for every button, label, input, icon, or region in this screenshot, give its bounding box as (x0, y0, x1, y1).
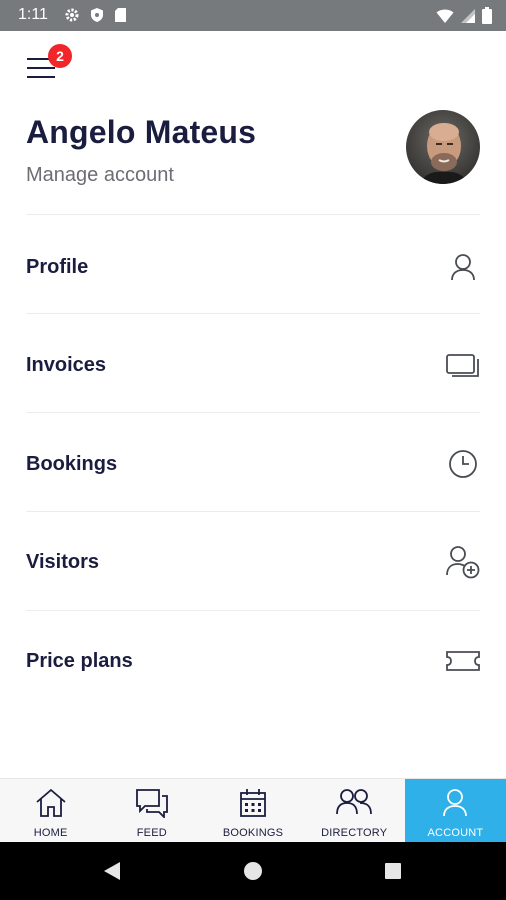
menu-item-label: Invoices (26, 353, 107, 376)
user-name: Angelo Mateus (26, 114, 257, 150)
divider (26, 412, 480, 413)
menu-item-label: Bookings (26, 452, 118, 475)
bottom-nav: HOME FEED BOOKINGS DIRECTORY ACCOUNT (0, 778, 506, 842)
divider (26, 313, 480, 314)
nav-label: HOME (33, 827, 68, 839)
nav-label: DIRECTORY (321, 827, 388, 839)
status-bar: 1:11 (0, 0, 506, 31)
menu-item-label: Price plans (26, 649, 133, 672)
sd-card-icon (114, 7, 127, 23)
nav-label: ACCOUNT (427, 827, 484, 839)
nav-account[interactable]: ACCOUNT (404, 779, 506, 842)
clock-icon (446, 447, 480, 481)
nav-label: BOOKINGS (222, 827, 284, 839)
ticket-icon (446, 644, 480, 678)
gear-icon (64, 7, 80, 23)
status-time: 1:11 (18, 6, 48, 23)
calendar-icon (239, 788, 267, 823)
menu-item-profile[interactable]: Profile (26, 218, 480, 316)
chat-icon (135, 788, 169, 823)
divider (26, 214, 480, 215)
nav-feed[interactable]: FEED (101, 779, 202, 842)
shield-icon (90, 7, 104, 23)
add-person-icon (446, 545, 480, 579)
menu-item-visitors[interactable]: Visitors (26, 513, 480, 611)
people-icon (336, 788, 373, 823)
cards-icon (446, 348, 480, 382)
signal-icon (460, 8, 476, 24)
avatar[interactable] (406, 110, 480, 184)
person-icon (442, 788, 468, 823)
notification-badge: 2 (48, 44, 72, 68)
nav-label: FEED (136, 827, 167, 839)
nav-home[interactable]: HOME (0, 779, 101, 842)
divider (26, 610, 480, 611)
status-left-icons (64, 7, 127, 23)
menu-item-price-plans[interactable]: Price plans (26, 612, 480, 710)
nav-bookings[interactable]: BOOKINGS (202, 779, 303, 842)
menu-item-bookings[interactable]: Bookings (26, 415, 480, 513)
system-nav-bar (0, 842, 506, 900)
manage-account-link[interactable]: Manage account (26, 164, 174, 187)
recents-icon[interactable] (384, 862, 402, 885)
person-icon (446, 250, 480, 284)
menu-item-label: Visitors (26, 550, 99, 573)
wifi-icon (436, 8, 454, 24)
battery-icon (482, 7, 492, 24)
status-right-icons (436, 7, 492, 24)
menu-item-label: Profile (26, 255, 89, 278)
back-icon[interactable] (102, 860, 122, 887)
menu-item-invoices[interactable]: Invoices (26, 316, 480, 414)
home-circle-icon[interactable] (243, 861, 263, 886)
home-icon (35, 788, 67, 823)
nav-directory[interactable]: DIRECTORY (304, 779, 405, 842)
divider (26, 511, 480, 512)
